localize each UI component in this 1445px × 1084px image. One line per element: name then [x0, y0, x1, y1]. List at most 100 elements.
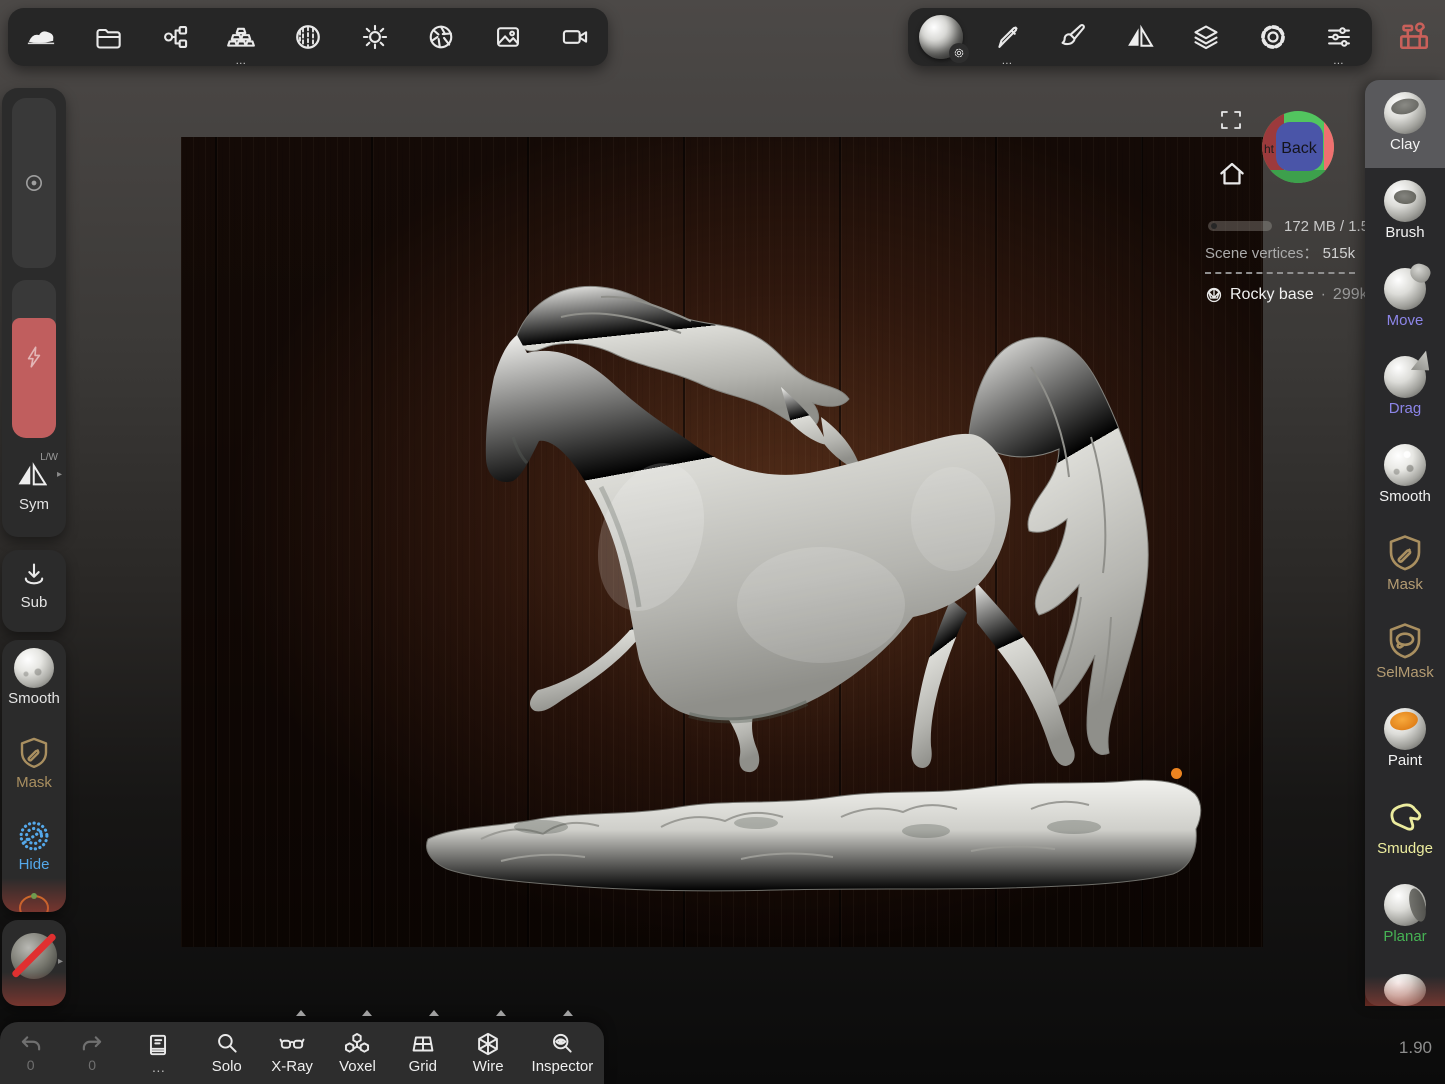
- gear-icon: [953, 47, 965, 59]
- gizmo-quick-button[interactable]: [16, 890, 52, 912]
- voxel-label: Voxel: [339, 1058, 376, 1075]
- more-indicator: …: [212, 55, 270, 67]
- xray-label: X-Ray: [271, 1058, 313, 1075]
- voxel-button[interactable]: Voxel: [325, 1022, 390, 1084]
- stroke-button[interactable]: …: [978, 8, 1036, 66]
- scene-vertices-value: 515k: [1323, 245, 1356, 262]
- paint-tool-icon: [1384, 708, 1426, 750]
- brush-tool-icon: [1384, 180, 1426, 222]
- gizmo-icon: [16, 890, 52, 912]
- tool-selmask[interactable]: SelMask: [1365, 608, 1445, 696]
- debug-tools-button[interactable]: [1392, 13, 1436, 57]
- material-sphere-icon: [919, 15, 963, 59]
- layers-button[interactable]: [1177, 8, 1235, 66]
- mask-shield-icon: [1384, 532, 1426, 574]
- app-logo: [12, 8, 70, 66]
- history-button[interactable]: …: [123, 1022, 194, 1084]
- material-button[interactable]: [912, 8, 970, 66]
- panel-pull-arrow[interactable]: [296, 1010, 306, 1016]
- touch-pointer-dot: [1171, 768, 1182, 779]
- home-view-button[interactable]: [1217, 159, 1247, 189]
- memory-progress-fill: [1211, 223, 1217, 229]
- paint-settings-button[interactable]: [1045, 8, 1103, 66]
- interface-button[interactable]: …: [1310, 8, 1368, 66]
- memory-usage-text: 172 MB / 1.5: [1284, 218, 1369, 235]
- partial-tool-icon: [1384, 974, 1426, 1006]
- panel-pull-arrow[interactable]: [496, 1010, 506, 1016]
- smooth-quick-button[interactable]: [14, 648, 54, 688]
- panel-expand-arrow[interactable]: ▸: [58, 956, 63, 967]
- bottom-toolbar: 0 0 … Solo X-Ray Voxel Grid Wire: [0, 1022, 604, 1084]
- sub-button[interactable]: [20, 560, 48, 590]
- redo-button[interactable]: 0: [61, 1022, 122, 1084]
- tool-partial-next[interactable]: [1365, 960, 1445, 1006]
- folder-icon: [94, 23, 122, 51]
- camera-button[interactable]: [546, 8, 604, 66]
- undo-icon: [18, 1034, 44, 1056]
- intensity-slider[interactable]: [12, 280, 56, 438]
- settings-button[interactable]: [1244, 8, 1302, 66]
- tool-clay[interactable]: Clay: [1365, 80, 1445, 168]
- tool-smudge[interactable]: Smudge: [1365, 784, 1445, 872]
- quick-tools-panel: Smooth Mask Hide: [2, 640, 66, 912]
- more-indicator: …: [978, 55, 1036, 67]
- selected-mesh-row[interactable]: Rocky base · 299k: [1205, 286, 1368, 304]
- more-indicator: …: [1310, 55, 1368, 67]
- wire-button[interactable]: Wire: [455, 1022, 520, 1084]
- background-button[interactable]: [479, 8, 537, 66]
- selected-mesh-name: Rocky base: [1230, 286, 1314, 304]
- home-icon: [1217, 159, 1247, 189]
- solo-button[interactable]: Solo: [194, 1022, 259, 1084]
- inspector-eye-magnifier-icon: [549, 1031, 575, 1057]
- scene-graph-button[interactable]: [146, 8, 204, 66]
- undo-count: 0: [27, 1057, 35, 1073]
- clay-tool-icon: [1384, 92, 1426, 134]
- orientation-gizmo[interactable]: ht Back: [1261, 110, 1335, 184]
- panel-pull-arrow[interactable]: [429, 1010, 439, 1016]
- bake-button[interactable]: …: [212, 8, 270, 66]
- tool-brush[interactable]: Brush: [1365, 168, 1445, 256]
- paintbrush-icon: [1060, 23, 1088, 51]
- material-gear-badge: [949, 43, 969, 63]
- hide-dotted-sphere-icon: [16, 818, 52, 854]
- undo-button[interactable]: 0: [0, 1022, 61, 1084]
- panel-pull-arrow[interactable]: [362, 1010, 372, 1016]
- material-override-panel: ▸: [2, 920, 66, 1006]
- lighting-button[interactable]: [346, 8, 404, 66]
- matcap-sphere-icon: [293, 22, 323, 52]
- symmetry-button[interactable]: [1111, 8, 1169, 66]
- panel-pull-arrow[interactable]: [563, 1010, 573, 1016]
- panel-expand-arrow[interactable]: ▸: [57, 469, 62, 480]
- tool-mask[interactable]: Mask: [1365, 520, 1445, 608]
- tool-planar[interactable]: Planar: [1365, 872, 1445, 960]
- lightning-icon: [21, 344, 47, 370]
- mask-quick-button[interactable]: [16, 734, 52, 772]
- no-material-button[interactable]: [11, 933, 57, 979]
- top-right-toolbar: … …: [908, 8, 1372, 66]
- tool-move[interactable]: Move: [1365, 256, 1445, 344]
- radius-slider[interactable]: [12, 98, 56, 268]
- tool-smooth[interactable]: Smooth: [1365, 432, 1445, 520]
- horse-sculpture: [181, 137, 1263, 947]
- inspector-button[interactable]: Inspector: [521, 1022, 604, 1084]
- fullscreen-button[interactable]: [1219, 109, 1243, 131]
- scene-vertices-row: Scene vertices： 515k: [1205, 242, 1355, 263]
- material-env-button[interactable]: [279, 8, 337, 66]
- node-graph-icon: [161, 23, 189, 51]
- memory-progressbar: [1208, 221, 1272, 231]
- files-button[interactable]: [79, 8, 137, 66]
- symmetry-toggle[interactable]: [17, 462, 47, 488]
- tool-paint[interactable]: Paint: [1365, 696, 1445, 784]
- planar-tool-icon: [1384, 884, 1426, 926]
- grid-button[interactable]: Grid: [390, 1022, 455, 1084]
- hide-quick-button[interactable]: [16, 818, 52, 854]
- postprocess-button[interactable]: [412, 8, 470, 66]
- tool-drag[interactable]: Drag: [1365, 344, 1445, 432]
- no-material-sphere-icon: [11, 933, 57, 979]
- aperture-icon: [427, 23, 455, 51]
- sculpt-viewport[interactable]: [181, 137, 1263, 947]
- selected-mesh-count: 299k: [1333, 286, 1368, 304]
- notebook-icon: [145, 1032, 171, 1058]
- mesh-sphere-icon: [1205, 286, 1223, 304]
- xray-button[interactable]: X-Ray: [259, 1022, 324, 1084]
